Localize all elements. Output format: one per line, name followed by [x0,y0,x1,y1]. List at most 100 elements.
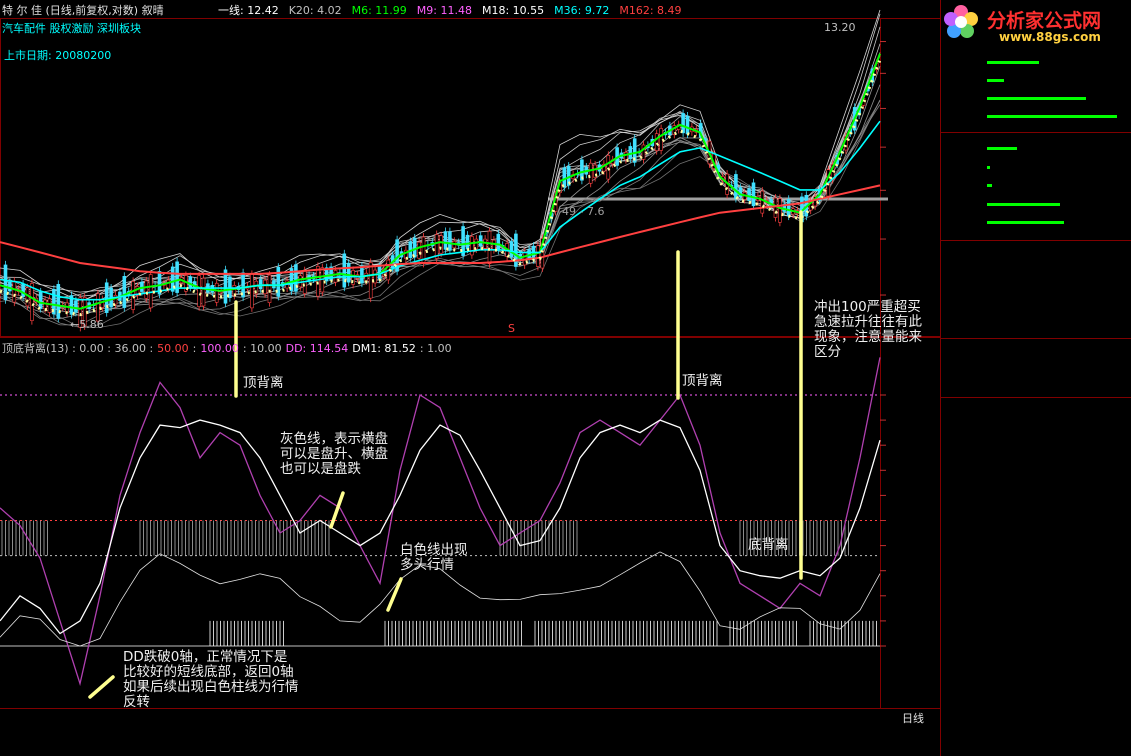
ma-legend: 一线: 12.42 K20: 4.02 M6: 11.99 M9: 11.48 M18:… [218,2,692,18]
price-lines [0,53,882,317]
sell-volume-bar [987,61,1039,64]
candle-body [681,113,685,134]
ma-ribbon [0,9,881,328]
candle-body [778,198,782,223]
candle-body [509,241,514,258]
candle-body [346,262,351,283]
candle-body [38,291,43,309]
chart-header: 特 尔 佳 (日线,前复权,对数) 叙晴 [2,2,164,18]
candle-body [144,280,149,299]
candle-body [122,275,127,308]
candle-body [448,231,452,251]
candle-body [465,234,470,250]
annotation-bottom-divergence: 底背离 [748,537,789,553]
sell-volume-bar [987,97,1086,100]
chart-extra: 叙晴 [141,4,164,17]
annotation-pointer [386,577,403,612]
annotation-pointer [88,675,115,699]
ma-legend-item: M162: 8.49 [619,4,682,17]
candle-body [478,235,483,247]
ribbon-line [0,9,881,302]
annotation-white-bar: 白色线出现 多头行情 [400,542,468,573]
high-label: 13.20 [824,21,856,34]
ma-legend-item: M36: 9.72 [554,4,610,17]
candle-body [654,133,659,151]
candle-body [588,162,593,184]
logo-area: 分析家公式网 www.88gs.com [941,0,1131,46]
candle-body [148,274,153,309]
ma-legend-item: M18: 10.55 [481,4,545,17]
candle-body [333,270,338,283]
indicator-header-item: 100.00 [200,342,239,355]
flower-logo-icon [943,4,979,40]
candle-body [734,174,738,199]
annotation-top-divergence-1: 顶背离 [243,375,284,391]
candle-body [360,265,364,284]
candle-body [263,279,267,295]
logo-text: 分析家公式网 [987,10,1102,32]
candle-body [214,282,219,303]
candle-body [197,275,201,307]
candle-body [522,251,527,266]
candle-body [30,283,34,321]
s-marker: S [508,322,515,335]
indicator-header-item: 顶底背离(13) : 0.00 : 36.00 : [2,342,154,355]
ribbon-line [0,53,881,313]
candle-body [96,293,100,322]
indicator-header-item: : 10.00 [242,342,282,355]
candle-body [773,197,778,218]
indicator-grid [0,394,886,647]
buy-volume-bar [987,184,993,187]
annotation-gray-line: 灰色线，表示横盘 可以是盘升、横盘 也可以是盘跌 [280,431,388,477]
indicator-header: 顶底背离(13) : 0.00 : 36.00 :50.00:100.00: 1… [2,340,456,356]
period-label: 日线 [902,712,924,725]
candle-body [364,272,369,282]
candle-body [496,233,501,251]
dotted-trend-line [0,59,882,317]
candle-body [316,266,320,297]
candle-body [443,231,448,250]
candle-body [368,262,373,299]
candle-body [417,241,421,259]
chart-mode: (日线,前复权,对数) [45,4,139,17]
candle-body [56,284,61,319]
candle-body [342,253,347,288]
candle-body [487,230,492,265]
indicator-bars [1,520,877,646]
ma-legend-item: M6: 11.99 [351,4,407,17]
ribbon-line [0,52,881,317]
chart-canvas [0,0,1131,756]
indicator-header-item: 50.00 [157,342,189,355]
candle-body [8,281,12,292]
candle-body [786,198,791,217]
candle-body [470,236,474,256]
candle-body [267,274,272,303]
candle-body [536,245,540,267]
candle-body [439,235,443,254]
indicator-header-item: : [192,342,197,355]
candle-body [166,279,171,289]
candle-body [760,190,765,214]
sector-tags: 汽车配件 股权激励 深圳板块 [2,22,141,35]
candle-body [685,115,690,135]
candle-body [74,300,78,313]
candle-body [47,298,52,313]
sell-volume-bar [987,79,1005,82]
buy-volume-bar [987,202,1061,206]
indicator-header-item: : 1.00 [419,342,452,355]
price-grid [0,0,1131,756]
ribbon-line [0,13,881,297]
sell-volume-bar [987,115,1117,118]
candle-body [21,283,25,298]
price-series-M36 [0,120,881,301]
indicator-header-item: DM1: 81.52 [352,342,416,355]
mid-label: 49 - 7.6 [562,205,605,218]
candle-body [250,274,254,309]
buy-volume-bar [987,147,1017,150]
candle-body [747,188,751,201]
annotation-top-divergence-2: 顶背离 [682,373,723,389]
candle-body [104,282,109,313]
annotation-dd-zero: DD跌破0轴，正常情况下是 比较好的短线底部，返回0轴 如果后续出现白色柱线为行… [123,649,299,710]
logo-url: www.88gs.com [999,30,1101,44]
ma-legend-item: 一线: 12.42 [218,4,279,17]
